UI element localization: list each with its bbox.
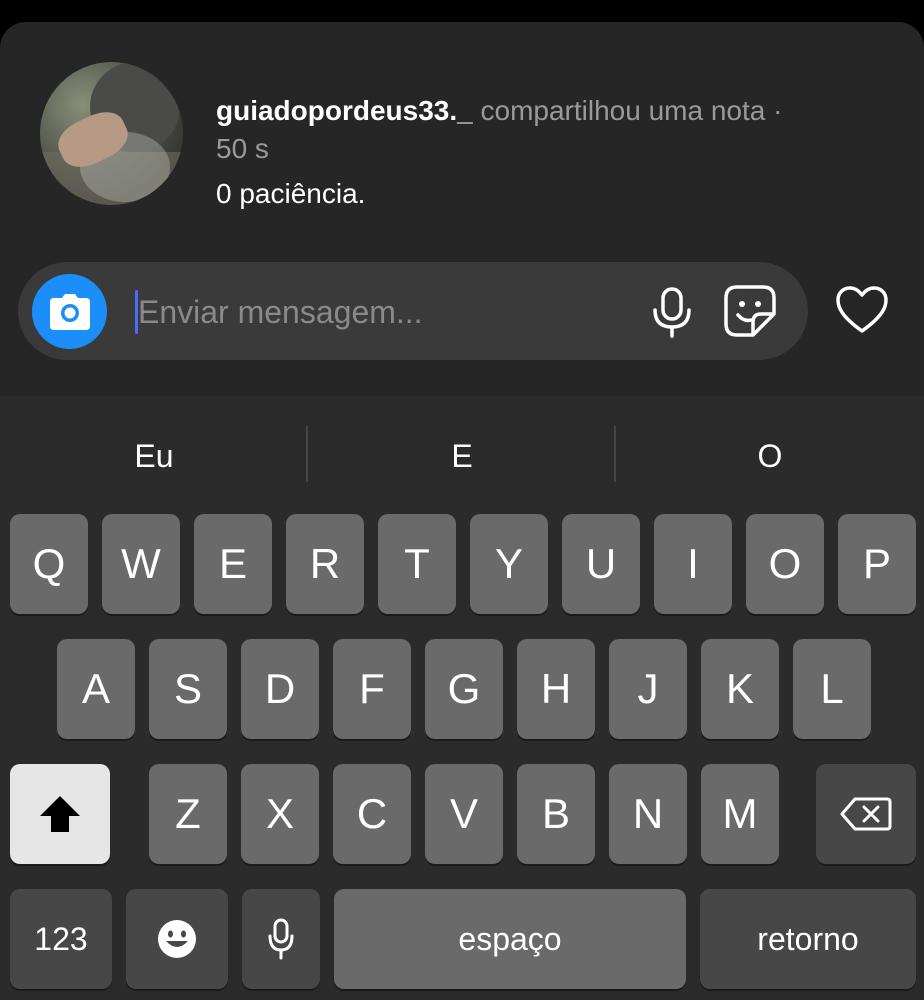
key-m[interactable]: M (701, 764, 779, 864)
key-a[interactable]: A (57, 639, 135, 739)
camera-icon (50, 294, 90, 330)
key-q[interactable]: Q (10, 514, 88, 614)
keyboard: Eu E O Q W E R T Y U I O P A S D F G H J… (0, 396, 924, 1000)
note-username[interactable]: guiadopordeus33._ (216, 95, 473, 126)
message-input[interactable]: Enviar mensagem... (138, 290, 423, 334)
key-l[interactable]: L (793, 639, 871, 739)
space-key[interactable]: espaço (334, 889, 686, 989)
suggestion-3[interactable]: O (616, 416, 924, 496)
key-s[interactable]: S (149, 639, 227, 739)
return-key[interactable]: retorno (700, 889, 916, 989)
note-text: 0 paciência. (216, 178, 366, 209)
key-p[interactable]: P (838, 514, 916, 614)
key-c[interactable]: C (333, 764, 411, 864)
message-composer[interactable]: Enviar mensagem... (18, 262, 808, 360)
emoji-icon (158, 920, 196, 958)
dictation-key[interactable] (242, 889, 320, 989)
key-r[interactable]: R (286, 514, 364, 614)
suggestion-1[interactable]: Eu (0, 416, 308, 496)
key-n[interactable]: N (609, 764, 687, 864)
note-action: compartilhou uma nota · (472, 95, 783, 126)
key-t[interactable]: T (378, 514, 456, 614)
note-meta: guiadopordeus33._ compartilhou uma nota … (216, 92, 896, 168)
avatar[interactable] (40, 62, 183, 205)
suggestion-2[interactable]: E (308, 416, 616, 496)
shift-arrow-icon (40, 796, 80, 832)
sticker-icon[interactable] (723, 284, 777, 338)
key-e[interactable]: E (194, 514, 272, 614)
emoji-key[interactable] (126, 889, 228, 989)
heart-icon[interactable] (835, 285, 889, 335)
key-v[interactable]: V (425, 764, 503, 864)
key-j[interactable]: J (609, 639, 687, 739)
camera-button[interactable] (32, 274, 107, 349)
key-b[interactable]: B (517, 764, 595, 864)
suggestion-bar: Eu E O (0, 416, 924, 496)
shift-key[interactable] (10, 764, 110, 864)
key-g[interactable]: G (425, 639, 503, 739)
note-time: 50 s (216, 133, 269, 164)
backspace-icon (840, 797, 892, 831)
backspace-key[interactable] (816, 764, 916, 864)
key-o[interactable]: O (746, 514, 824, 614)
key-i[interactable]: I (654, 514, 732, 614)
key-z[interactable]: Z (149, 764, 227, 864)
numbers-key[interactable]: 123 (10, 889, 112, 989)
key-d[interactable]: D (241, 639, 319, 739)
key-h[interactable]: H (517, 639, 595, 739)
microphone-icon (268, 918, 294, 960)
key-f[interactable]: F (333, 639, 411, 739)
key-k[interactable]: K (701, 639, 779, 739)
key-y[interactable]: Y (470, 514, 548, 614)
microphone-icon[interactable] (650, 286, 694, 338)
key-x[interactable]: X (241, 764, 319, 864)
key-w[interactable]: W (102, 514, 180, 614)
key-u[interactable]: U (562, 514, 640, 614)
